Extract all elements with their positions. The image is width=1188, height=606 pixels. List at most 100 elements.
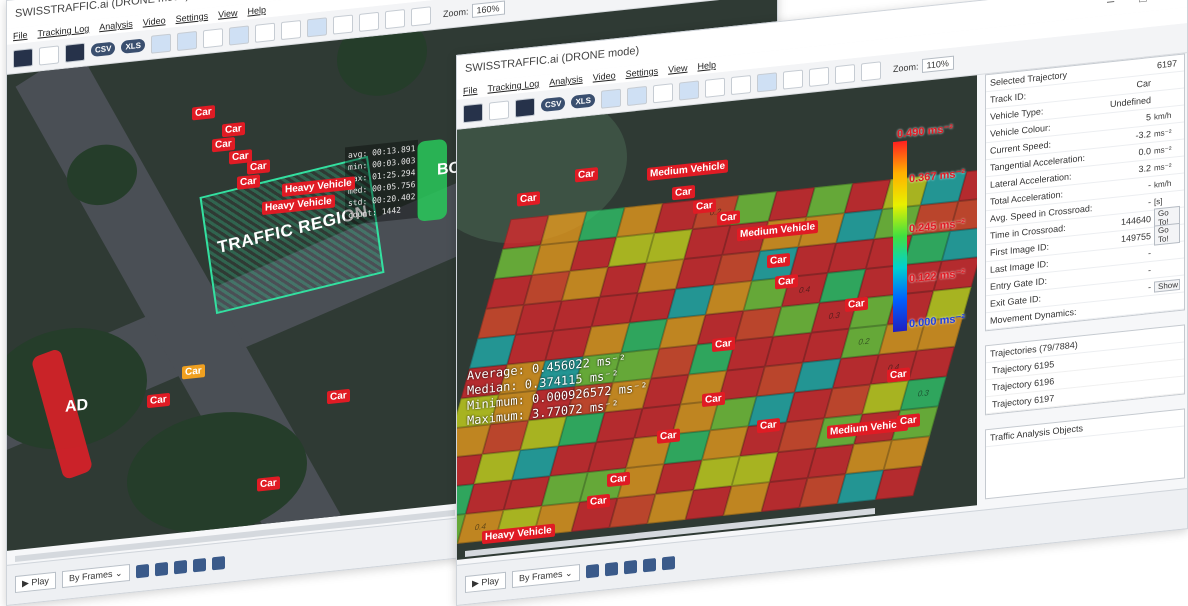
menu-video[interactable]: Video [143, 15, 166, 27]
vehicle-label: Car [192, 105, 215, 121]
open-folder-icon[interactable] [463, 102, 483, 123]
id-icon[interactable] [705, 77, 726, 98]
vehicle-label: Car [712, 336, 735, 353]
goto-button[interactable]: Show [1154, 278, 1180, 293]
region-icon[interactable] [177, 30, 198, 51]
gate-icon[interactable] [281, 19, 302, 40]
menu-help[interactable]: Help [247, 5, 266, 17]
vehicle-label: Car [575, 167, 598, 183]
step-forward-icon[interactable] [604, 562, 618, 577]
user-icon[interactable] [229, 24, 250, 46]
menu-view[interactable]: View [218, 8, 237, 20]
xls-button[interactable]: XLS [121, 38, 146, 54]
save-icon[interactable] [39, 44, 59, 66]
skip-end-icon[interactable] [642, 558, 656, 573]
tracking-icon[interactable] [151, 33, 172, 54]
region-icon[interactable] [627, 85, 648, 106]
goto-button[interactable]: Go To! [1154, 222, 1180, 246]
camera-icon[interactable] [757, 71, 778, 92]
vehicle-label: Medium Vehicle [647, 159, 729, 181]
xls-button[interactable]: XLS [571, 93, 596, 109]
vehicle-label: Car [327, 388, 350, 405]
video-icon[interactable] [65, 42, 85, 63]
vehicle-label: Car [147, 392, 170, 409]
vehicle-label: Car [845, 296, 868, 313]
vehicle-label: Car [212, 136, 235, 153]
camera-icon[interactable] [307, 16, 328, 37]
step-back-icon[interactable] [585, 564, 599, 579]
gate-bc [417, 138, 447, 222]
heatmap-cell [875, 466, 922, 500]
skip-start-icon[interactable] [623, 560, 637, 575]
capture-icon[interactable] [783, 69, 804, 90]
menu-file[interactable]: File [463, 85, 478, 97]
tracking-icon[interactable] [601, 88, 622, 109]
vehicle-label: Car [182, 364, 205, 380]
mode-select[interactable]: By Frames ⌄ [511, 564, 580, 589]
id-icon[interactable] [255, 22, 276, 43]
open-folder-icon[interactable] [13, 47, 33, 68]
csv-button[interactable]: CSV [91, 41, 116, 58]
export-icon[interactable] [385, 8, 406, 29]
mode-select[interactable]: By Frames ⌄ [61, 564, 130, 589]
menu-video[interactable]: Video [593, 70, 616, 82]
heatmap-view[interactable]: 0.20.40.30.40.30.20.40.30.40.4 0.490 ms⁻… [457, 75, 977, 560]
menu-view[interactable]: View [668, 63, 687, 75]
attribute-value: Undefined [1109, 94, 1151, 110]
cube-icon[interactable] [861, 60, 882, 81]
attribute-value: 0.0 [1138, 145, 1151, 158]
heatmap-cell [908, 346, 955, 381]
menu-settings[interactable]: Settings [626, 66, 659, 79]
capture-icon[interactable] [333, 14, 354, 35]
trajectory-icon[interactable] [203, 27, 224, 48]
attribute-unit: ms⁻² [1154, 144, 1172, 156]
attribute-value: - [1148, 247, 1151, 259]
mode-label: By Frames [518, 568, 563, 584]
skip-start-icon[interactable] [173, 560, 187, 575]
record-icon[interactable] [211, 556, 225, 571]
menu-analysis[interactable]: Analysis [99, 19, 133, 33]
step-back-icon[interactable] [135, 564, 149, 579]
vehicle-label: Car [587, 493, 610, 510]
export-icon[interactable] [835, 63, 856, 84]
attribute-unit [1154, 301, 1180, 304]
zoom-label: Zoom: [893, 60, 919, 74]
vehicle-label: Car [257, 476, 280, 492]
menu-file[interactable]: File [13, 30, 28, 42]
gate-icon[interactable] [731, 74, 752, 95]
vehicle-label: Car [237, 174, 260, 190]
side-panel: Selected Trajectory 6197 Track ID: Car Veh… [985, 53, 1185, 544]
scale-label: 0.490 ms⁻² [897, 122, 953, 141]
attribute-value: -3.2 [1135, 128, 1151, 141]
crop-icon[interactable] [359, 11, 380, 32]
menu-analysis[interactable]: Analysis [549, 74, 583, 88]
skip-end-icon[interactable] [192, 558, 206, 573]
attribute-value: Car [1136, 77, 1151, 90]
travel-time-stats: avg: 00:13.891 min: 00:03.003 max: 01:25… [345, 139, 419, 226]
video-icon[interactable] [515, 97, 535, 118]
play-label: Play [31, 575, 49, 588]
step-forward-icon[interactable] [154, 562, 168, 577]
menu-settings[interactable]: Settings [176, 11, 209, 24]
trajectories-box: Trajectories (79/7884) Trajectory 6195 T… [985, 324, 1185, 416]
user-icon[interactable] [679, 79, 700, 101]
attribute-unit: [s] [1154, 196, 1163, 207]
csv-button[interactable]: CSV [541, 96, 566, 113]
save-icon[interactable] [489, 99, 509, 121]
zoom-input[interactable]: 110% [921, 55, 954, 73]
selected-trajectory-box: Selected Trajectory 6197 Track ID: Car Veh… [985, 53, 1185, 332]
play-button[interactable]: ▶ Play [465, 571, 506, 594]
zoom-input[interactable]: 160% [471, 0, 505, 18]
cube-icon[interactable] [411, 5, 432, 26]
close-icon[interactable]: ✕ [1169, 0, 1180, 3]
crop-icon[interactable] [809, 66, 830, 87]
menu-help[interactable]: Help [697, 60, 716, 72]
heatmap-cell: 0.3 [900, 376, 947, 411]
play-button[interactable]: ▶ Play [15, 571, 56, 594]
record-icon[interactable] [661, 556, 675, 571]
trajectory-icon[interactable] [653, 82, 674, 103]
maximize-icon[interactable]: □ [1139, 0, 1147, 5]
vehicle-label: Car [767, 252, 790, 269]
minimize-icon[interactable]: – [1107, 0, 1114, 9]
attribute-value: - [1148, 196, 1151, 208]
